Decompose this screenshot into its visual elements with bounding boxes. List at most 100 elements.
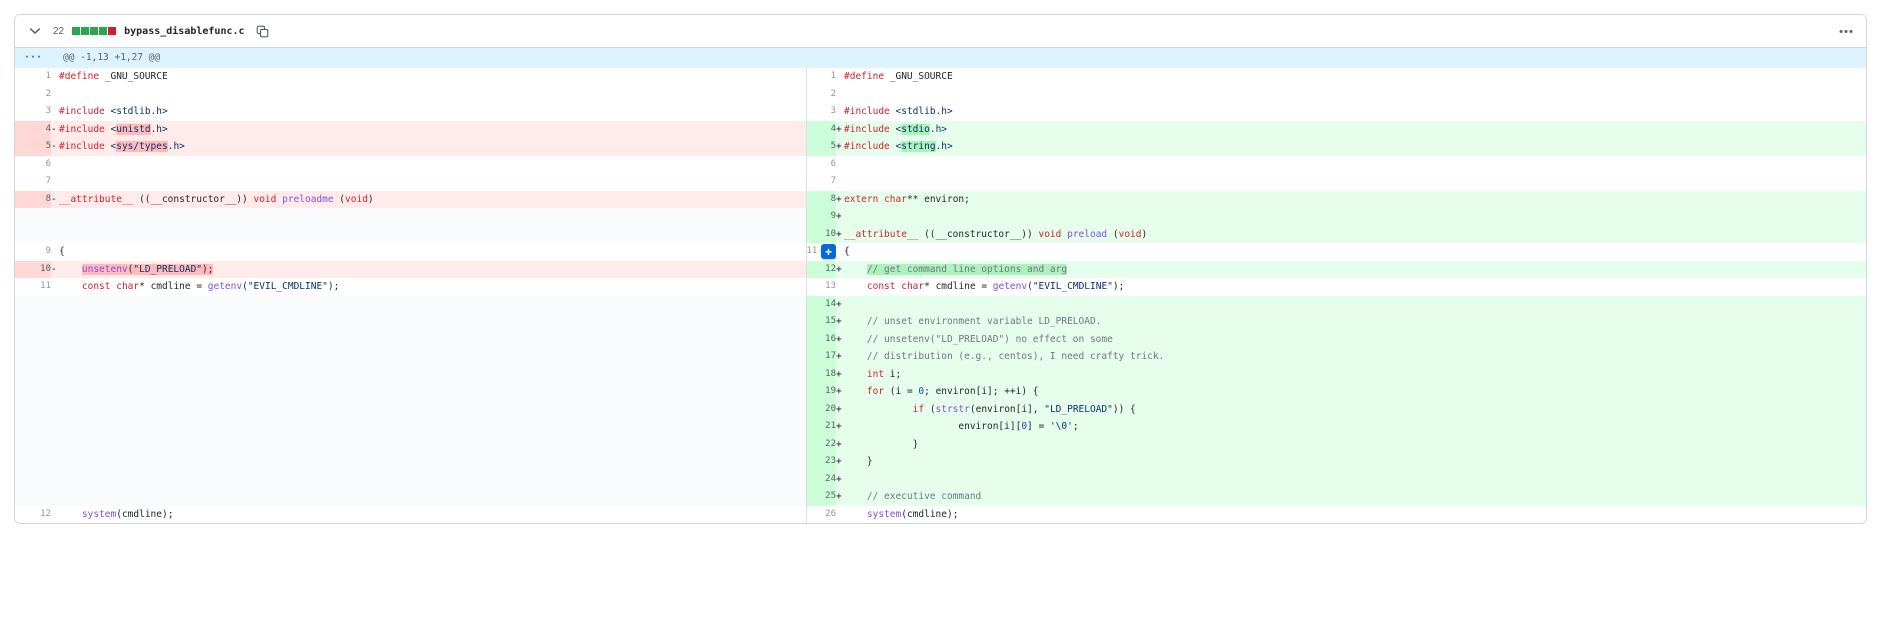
- code-token: preloadme: [282, 194, 333, 205]
- right-line-number[interactable]: 23: [806, 453, 836, 471]
- right-line-number[interactable]: 20: [806, 401, 836, 419]
- left-line-number[interactable]: 11: [15, 278, 51, 296]
- right-line-number[interactable]: 1: [806, 68, 836, 86]
- code-token: [59, 281, 82, 292]
- diff-row: 3 #include <stdlib.h>3 #include <stdlib.…: [15, 103, 1866, 121]
- code-token: unistd: [116, 124, 150, 135]
- right-line-number[interactable]: 18: [806, 366, 836, 384]
- diff-marker: [51, 173, 59, 191]
- right-line-number[interactable]: 7: [806, 173, 836, 191]
- diff-marker: +: [836, 191, 844, 209]
- diff-marker: [51, 506, 59, 524]
- diffstat-block-added: [72, 27, 80, 35]
- right-line-number[interactable]: 9: [806, 208, 836, 226]
- code-token: if: [913, 404, 924, 415]
- code-token: <stdlib.h>: [111, 106, 168, 117]
- diffstat-block-added: [99, 27, 107, 35]
- code-token: (cmdline);: [116, 509, 173, 520]
- right-line-number[interactable]: 19: [806, 383, 836, 401]
- left-code-line: [51, 331, 806, 349]
- right-code-line: #include <stdlib.h>: [836, 103, 1866, 121]
- diff-marker: -: [51, 261, 59, 279]
- left-line-number[interactable]: 8: [15, 191, 51, 209]
- diff-row: 20+ if (strstr(environ[i], "LD_PRELOAD")…: [15, 401, 1866, 419]
- diff-table: 1 #define _GNU_SOURCE1 #define _GNU_SOUR…: [15, 68, 1866, 523]
- code-token: ] =: [1027, 421, 1050, 432]
- right-code-line: +: [836, 296, 1866, 314]
- diff-marker: +: [836, 138, 844, 156]
- code-token: ;: [1073, 421, 1079, 432]
- code-token: ): [368, 194, 374, 205]
- left-code-line: [51, 348, 806, 366]
- copy-path-button[interactable]: [253, 21, 273, 41]
- code-token: [844, 509, 867, 520]
- right-line-number[interactable]: 4: [806, 121, 836, 139]
- right-line-number[interactable]: 25: [806, 488, 836, 506]
- left-line-number[interactable]: 7: [15, 173, 51, 191]
- left-code-line: [51, 383, 806, 401]
- left-line-number[interactable]: 1: [15, 68, 51, 86]
- code-token: void: [1119, 229, 1142, 240]
- left-line-number[interactable]: 2: [15, 86, 51, 104]
- diff-marker: +: [836, 436, 844, 454]
- left-line-number: [15, 383, 51, 401]
- left-code-line: - unsetenv("LD_PRELOAD");: [51, 261, 806, 279]
- code-token: void: [253, 194, 276, 205]
- code-token: system: [82, 509, 116, 520]
- code-token: ** environ;: [907, 194, 970, 205]
- right-line-number[interactable]: 2: [806, 86, 836, 104]
- collapse-file-button[interactable]: [25, 21, 45, 41]
- right-code-line: +#include <string.h>: [836, 138, 1866, 156]
- left-line-number[interactable]: 6: [15, 156, 51, 174]
- left-code-line: [51, 488, 806, 506]
- right-line-number[interactable]: 14: [806, 296, 836, 314]
- right-line-number[interactable]: 11+: [806, 243, 836, 261]
- add-comment-button[interactable]: +: [821, 244, 836, 259]
- code-token: #include: [844, 141, 890, 152]
- code-token: "LD_PRELOAD": [1044, 404, 1113, 415]
- right-line-number[interactable]: 21: [806, 418, 836, 436]
- left-line-number: [15, 348, 51, 366]
- right-code-line: +#include <stdio.h>: [836, 121, 1866, 139]
- right-line-number[interactable]: 10: [806, 226, 836, 244]
- right-line-number[interactable]: 3: [806, 103, 836, 121]
- right-code-line: + // unset environment variable LD_PRELO…: [836, 313, 1866, 331]
- right-line-number[interactable]: 22: [806, 436, 836, 454]
- right-line-number[interactable]: 8: [806, 191, 836, 209]
- left-code-line: [51, 156, 806, 174]
- right-line-number[interactable]: 26: [806, 506, 836, 524]
- right-line-number[interactable]: 6: [806, 156, 836, 174]
- left-line-number[interactable]: 3: [15, 103, 51, 121]
- left-line-number[interactable]: 9: [15, 243, 51, 261]
- code-token: string: [901, 141, 935, 152]
- diff-marker: +: [836, 296, 844, 314]
- changed-lines-count: 22: [53, 26, 64, 37]
- right-code-line: +: [836, 471, 1866, 489]
- right-line-number[interactable]: 5: [806, 138, 836, 156]
- right-line-number[interactable]: 12: [806, 261, 836, 279]
- file-options-button[interactable]: [1836, 21, 1856, 41]
- right-line-number[interactable]: 15: [806, 313, 836, 331]
- left-line-number[interactable]: 12: [15, 506, 51, 524]
- code-token: (i =: [884, 386, 918, 397]
- right-code-line: + if (strstr(environ[i], "LD_PRELOAD")) …: [836, 401, 1866, 419]
- right-line-number[interactable]: 17: [806, 348, 836, 366]
- code-token: {: [844, 246, 850, 257]
- diff-row: 15+ // unset environment variable LD_PRE…: [15, 313, 1866, 331]
- right-line-number[interactable]: 24: [806, 471, 836, 489]
- left-code-line: system(cmdline);: [51, 506, 806, 524]
- expand-hunk-button[interactable]: ···: [15, 48, 51, 68]
- diff-marker: [51, 243, 59, 261]
- diff-row: 21+ environ[i][0] = '\0';: [15, 418, 1866, 436]
- left-line-number[interactable]: 5: [15, 138, 51, 156]
- diff-marker: [51, 103, 59, 121]
- code-token: const: [867, 281, 896, 292]
- code-token: );: [328, 281, 339, 292]
- code-token: (: [924, 404, 935, 415]
- right-code-line: {: [836, 243, 1866, 261]
- left-line-number[interactable]: 10: [15, 261, 51, 279]
- right-line-number[interactable]: 13: [806, 278, 836, 296]
- code-token: );: [1113, 281, 1124, 292]
- left-line-number[interactable]: 4: [15, 121, 51, 139]
- right-line-number[interactable]: 16: [806, 331, 836, 349]
